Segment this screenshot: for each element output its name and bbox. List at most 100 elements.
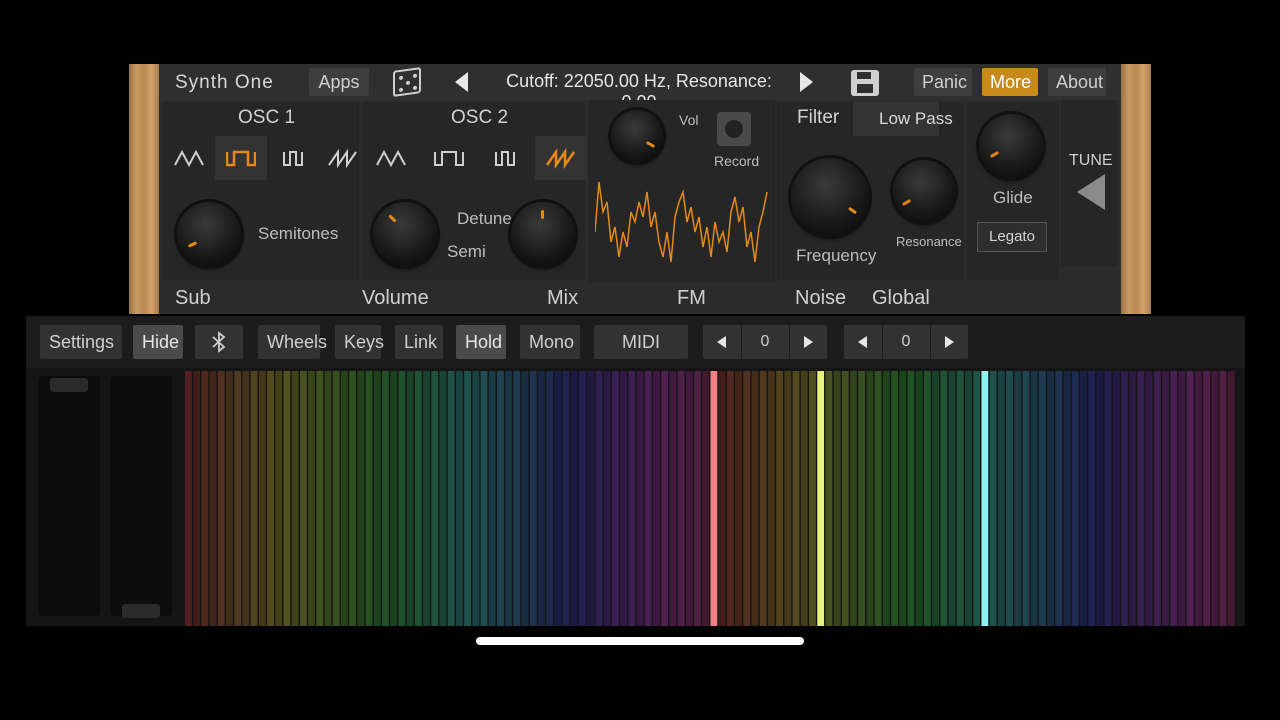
- key-strip[interactable]: [299, 371, 307, 626]
- key-strip[interactable]: [915, 371, 923, 626]
- key-strip[interactable]: [587, 371, 595, 626]
- key-strip[interactable]: [653, 371, 660, 626]
- key-strip[interactable]: [1145, 371, 1153, 626]
- osc1-saw-wave-icon[interactable]: [317, 136, 369, 180]
- key-strip[interactable]: [784, 371, 792, 626]
- record-button[interactable]: [717, 112, 751, 146]
- key-strip[interactable]: [595, 371, 603, 626]
- key-strip[interactable]: [554, 371, 562, 626]
- tab-sub[interactable]: Sub: [175, 287, 211, 310]
- key-strip[interactable]: [1047, 371, 1054, 626]
- settings-button[interactable]: Settings: [40, 325, 122, 359]
- osc1-triangle-wave-icon[interactable]: [163, 136, 215, 180]
- key-strip[interactable]: [620, 371, 627, 626]
- key-strip[interactable]: [538, 371, 545, 626]
- key-strip[interactable]: [759, 371, 767, 626]
- key-strip[interactable]: [669, 371, 677, 626]
- octave-up-icon[interactable]: [804, 336, 813, 348]
- key-strip[interactable]: [1071, 371, 1079, 626]
- about-button[interactable]: About: [1048, 68, 1106, 96]
- key-strip[interactable]: [414, 371, 422, 626]
- key-strip[interactable]: [932, 371, 940, 626]
- key-strip[interactable]: [636, 371, 644, 626]
- key-strip[interactable]: [685, 371, 693, 626]
- key-strip[interactable]: [923, 371, 931, 626]
- key-strip[interactable]: [644, 371, 652, 626]
- key-strip[interactable]: [1162, 371, 1169, 626]
- key-strip[interactable]: [1104, 371, 1112, 626]
- key-strip[interactable]: [973, 371, 981, 626]
- key-strip[interactable]: [201, 371, 209, 626]
- key-strip[interactable]: [882, 371, 890, 626]
- key-strip[interactable]: [1203, 371, 1210, 626]
- osc2-semitones-knob[interactable]: [373, 202, 437, 266]
- key-strip[interactable]: [1030, 371, 1038, 626]
- key-strip[interactable]: [1186, 371, 1194, 626]
- wheels-button[interactable]: Wheels: [258, 325, 327, 359]
- key-strip[interactable]: [1153, 371, 1161, 626]
- osc2-saw-wave-icon[interactable]: [535, 136, 587, 180]
- key-strip[interactable]: [365, 371, 373, 626]
- key-strip[interactable]: [702, 371, 710, 626]
- key-strip[interactable]: [455, 371, 463, 626]
- key-strip[interactable]: [1055, 371, 1063, 626]
- key-strip[interactable]: [234, 371, 242, 626]
- key-strip-held[interactable]: [710, 371, 718, 626]
- keys-button[interactable]: Keys: [335, 325, 384, 359]
- key-strip[interactable]: [1137, 371, 1145, 626]
- key-strip[interactable]: [1038, 371, 1046, 626]
- save-icon[interactable]: [851, 70, 879, 96]
- key-strip[interactable]: [382, 371, 389, 626]
- key-strip[interactable]: [423, 371, 430, 626]
- key-strip[interactable]: [209, 371, 217, 626]
- key-strip[interactable]: [357, 371, 365, 626]
- key-strip[interactable]: [1022, 371, 1030, 626]
- key-strip[interactable]: [308, 371, 315, 626]
- key-strip[interactable]: [751, 371, 759, 626]
- key-strip[interactable]: [940, 371, 948, 626]
- key-strip[interactable]: [1006, 371, 1013, 626]
- key-strip[interactable]: [406, 371, 414, 626]
- key-strip[interactable]: [546, 371, 554, 626]
- key-strip[interactable]: [1121, 371, 1128, 626]
- glide-knob[interactable]: [979, 114, 1043, 178]
- key-strip[interactable]: [488, 371, 496, 626]
- key-strip[interactable]: [1219, 371, 1227, 626]
- key-strip-held[interactable]: [817, 371, 825, 626]
- legato-button[interactable]: Legato: [977, 222, 1047, 252]
- more-button[interactable]: More: [982, 68, 1038, 96]
- key-strip[interactable]: [907, 371, 915, 626]
- key-strip[interactable]: [628, 371, 636, 626]
- key-strip[interactable]: [505, 371, 513, 626]
- key-strip[interactable]: [1063, 371, 1071, 626]
- transpose-up-icon[interactable]: [945, 336, 954, 348]
- key-strip[interactable]: [948, 371, 956, 626]
- key-strip[interactable]: [398, 371, 406, 626]
- key-strip[interactable]: [956, 371, 964, 626]
- keyboard-keys[interactable]: [185, 371, 1236, 626]
- midi-learn-button[interactable]: MIDI Learn: [594, 325, 688, 386]
- key-strip[interactable]: [529, 371, 537, 626]
- key-strip[interactable]: [1178, 371, 1186, 626]
- previous-preset-icon[interactable]: [455, 72, 468, 92]
- key-strip[interactable]: [291, 371, 299, 626]
- key-strip[interactable]: [735, 371, 742, 626]
- tab-global[interactable]: Global: [872, 287, 930, 310]
- key-strip[interactable]: [899, 371, 907, 626]
- key-strip[interactable]: [283, 371, 291, 626]
- pitch-wheel-handle[interactable]: [50, 378, 88, 392]
- key-strip[interactable]: [1096, 371, 1104, 626]
- tab-volume[interactable]: Volume: [362, 287, 429, 310]
- key-strip[interactable]: [373, 371, 381, 626]
- detune-knob[interactable]: [511, 202, 575, 266]
- key-strip[interactable]: [1088, 371, 1096, 626]
- key-strip[interactable]: [332, 371, 340, 626]
- randomize-dice-icon[interactable]: [393, 67, 421, 97]
- key-strip[interactable]: [809, 371, 816, 626]
- resonance-knob[interactable]: [893, 160, 955, 222]
- key-strip[interactable]: [341, 371, 348, 626]
- tab-fm[interactable]: FM: [677, 287, 706, 310]
- key-strip[interactable]: [464, 371, 471, 626]
- key-strip[interactable]: [1211, 371, 1219, 626]
- key-strip[interactable]: [513, 371, 521, 626]
